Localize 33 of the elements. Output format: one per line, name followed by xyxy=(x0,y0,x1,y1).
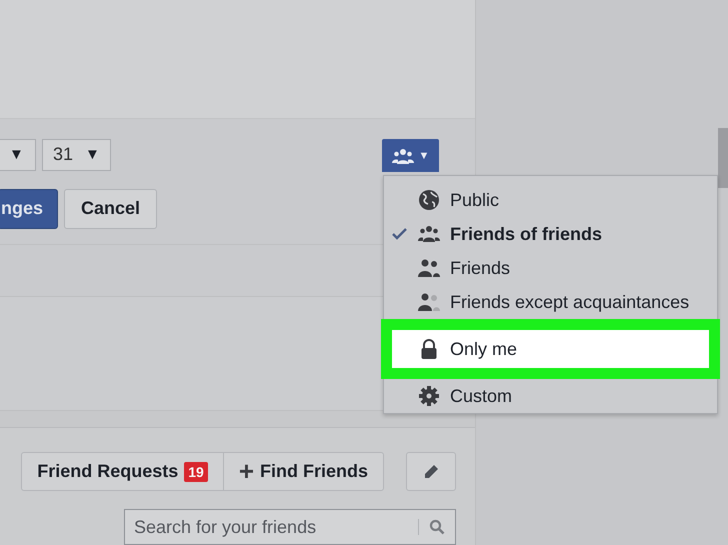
check-icon xyxy=(392,227,408,241)
menu-item[interactable]: Friends of friends xyxy=(384,217,717,251)
group-icon xyxy=(392,148,414,164)
cancel-button[interactable]: Cancel xyxy=(64,188,158,229)
edit-button[interactable] xyxy=(406,452,456,491)
menu-item-label: Friends xyxy=(450,258,510,278)
audience-button[interactable]: ▼ xyxy=(382,139,439,172)
gear-icon xyxy=(418,385,440,407)
menu-item[interactable]: Friends except acquaintances xyxy=(384,285,717,319)
find-friends-button[interactable]: + Find Friends xyxy=(222,453,383,490)
date-select[interactable]: ▼ xyxy=(0,138,36,171)
menu-item-label: Custom xyxy=(450,386,512,406)
people-icon xyxy=(418,291,440,313)
search-field[interactable]: Search for your friends xyxy=(124,509,456,545)
menu-item[interactable]: Friends xyxy=(384,251,717,285)
menu-item-label: Only me xyxy=(450,338,518,360)
date-select[interactable]: 31 ▼ xyxy=(42,138,111,171)
count-badge: 19 xyxy=(184,462,208,482)
friend-requests-button[interactable]: Friend Requests 19 xyxy=(22,453,223,490)
save-button[interactable]: nges xyxy=(0,188,58,229)
people-icon xyxy=(418,257,440,279)
menu-item[interactable]: Public xyxy=(384,183,717,217)
menu-item-label: Friends of friends xyxy=(450,224,602,244)
menu-item-label: Public xyxy=(450,190,500,210)
globe-icon xyxy=(418,189,440,211)
search-field[interactable]: Search for your friends xyxy=(125,516,408,538)
people-icon xyxy=(418,223,440,245)
menu-item-label: Friends except acquaintances xyxy=(450,292,690,312)
menu-item[interactable]: Only me xyxy=(381,319,720,379)
scrollbar[interactable] xyxy=(718,128,728,188)
search-icon xyxy=(418,519,445,535)
menu-item[interactable]: Custom xyxy=(384,379,717,413)
pencil-icon xyxy=(423,464,439,480)
